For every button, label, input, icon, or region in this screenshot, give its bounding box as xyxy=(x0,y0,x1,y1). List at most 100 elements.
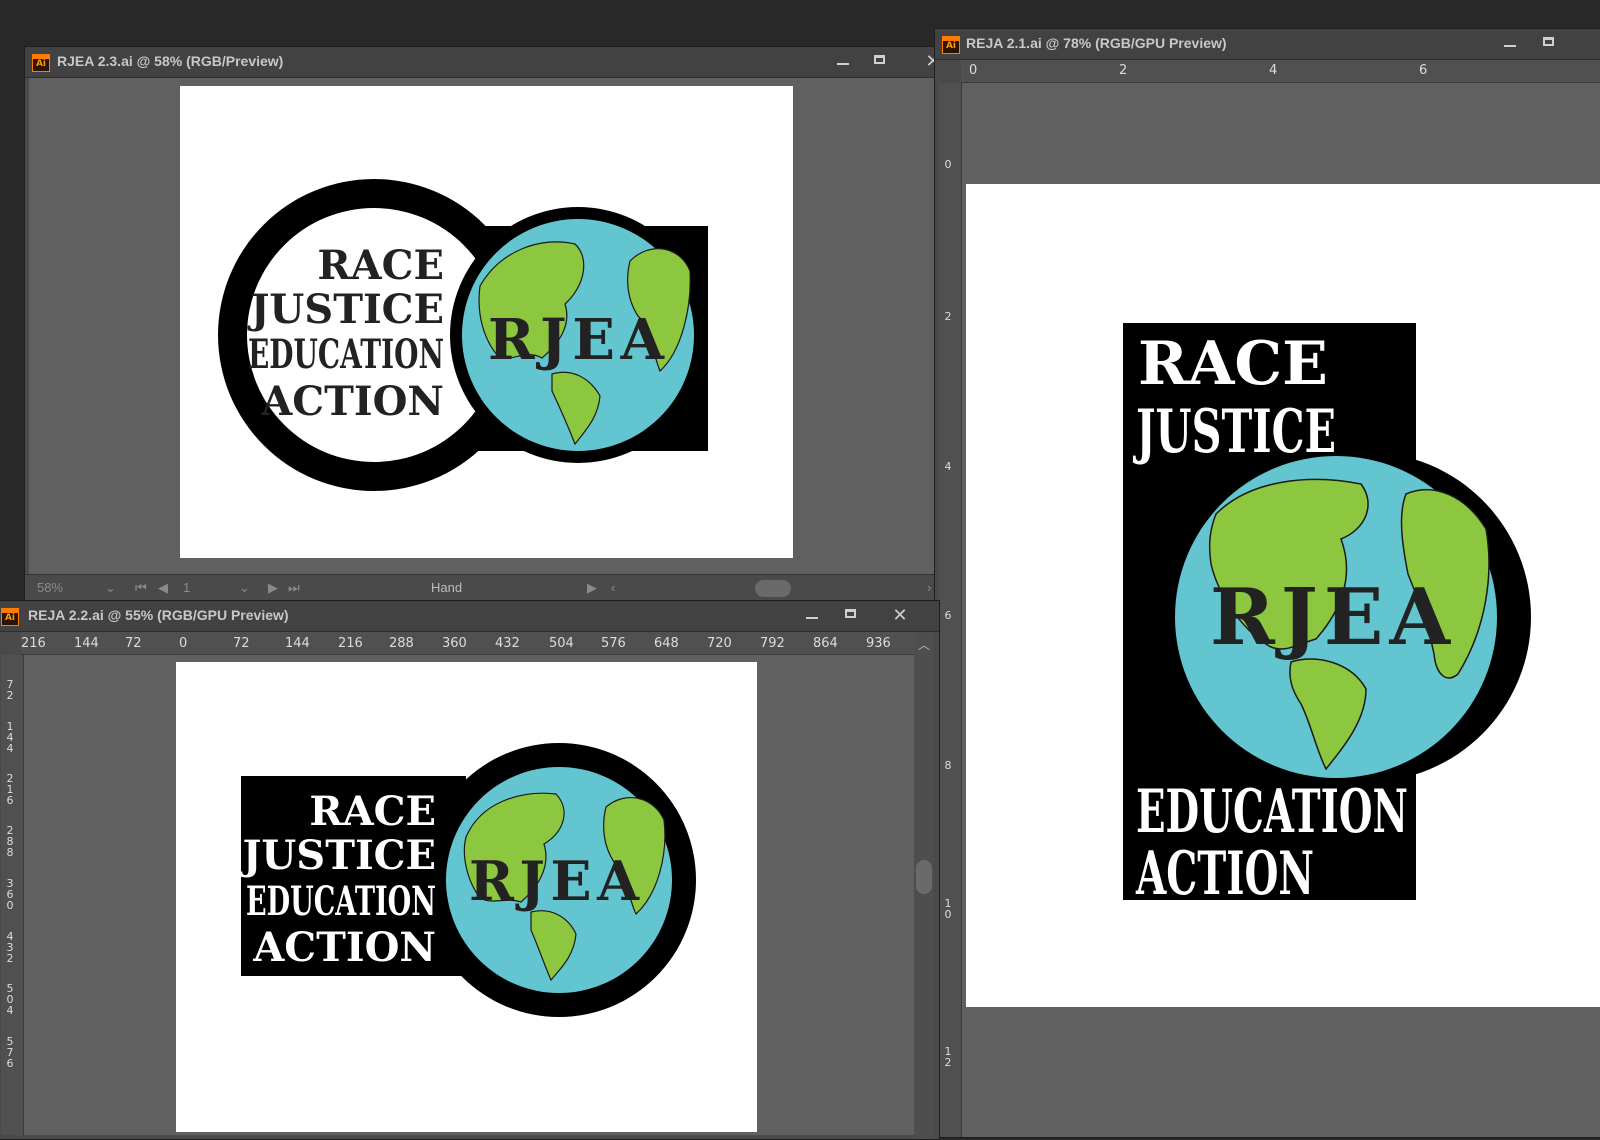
vertical-ruler[interactable]: 0 2 4 6 8 1 0 1 2 xyxy=(939,83,962,1137)
status-bar: 58% ⌄ ⏮ ◀ 1 ⌄ ▶ ⏭ Hand ▶ ‹ › xyxy=(25,574,945,601)
vertical-scrollbar[interactable]: ︿ xyxy=(914,632,934,1139)
ruler-label: 5 0 4 xyxy=(6,982,14,1017)
rjea-logo-horizontal: RACE JUSTICE EDUCATION ACTION RJEA xyxy=(218,179,708,491)
ruler-label: 432 xyxy=(495,636,520,651)
maximize-button[interactable] xyxy=(1530,31,1566,55)
next-artboard-icon[interactable]: ▶ xyxy=(268,580,278,596)
ruler-label: 6 xyxy=(1419,63,1428,78)
ruler-label: 144 xyxy=(285,636,310,651)
ruler-label: 6 xyxy=(944,609,952,622)
maximize-icon xyxy=(1542,37,1554,46)
minimize-button[interactable] xyxy=(1492,31,1528,55)
logo-word-race: RACE xyxy=(317,242,444,289)
maximize-icon xyxy=(873,55,885,64)
logo-word-justice: JUSTICE xyxy=(248,286,445,333)
horizontal-ruler[interactable]: 216 144 72 0 72 144 216 288 360 432 504 … xyxy=(21,632,921,655)
illustrator-file-icon: Ai xyxy=(1,608,19,626)
logo-initials: RJEA xyxy=(488,307,666,373)
minimize-button[interactable] xyxy=(825,49,861,73)
ruler-label: 4 xyxy=(1269,63,1278,78)
logo-word-action: ACTION xyxy=(252,924,436,971)
logo-word-education: EDUCATION xyxy=(246,878,436,925)
vertical-scroll-thumb[interactable] xyxy=(916,860,932,894)
ruler-label: 8 xyxy=(944,759,952,772)
ruler-label: 288 xyxy=(389,636,414,651)
zoom-level-field[interactable]: 58% xyxy=(37,580,63,595)
ruler-label: 4 xyxy=(944,460,952,473)
minimize-icon xyxy=(837,63,849,65)
previous-artboard-icon[interactable]: ◀ xyxy=(158,580,168,596)
ruler-label: 72 xyxy=(125,636,142,651)
artboard: RACE JUSTICE EDUCATION ACTION RJEA xyxy=(180,86,793,558)
window-title: REJA 2.1.ai @ 78% (RGB/GPU Preview) xyxy=(966,35,1227,51)
document-window-rjea-2-3[interactable]: Ai RJEA 2.3.ai @ 58% (RGB/Preview) ✕ RAC… xyxy=(24,46,946,602)
logo-word-action: ACTION xyxy=(1135,839,1314,909)
document-canvas[interactable]: RACE JUSTICE EDUCATION ACTION RJEA xyxy=(29,78,943,576)
ruler-label: 864 xyxy=(813,636,838,651)
ruler-label: 5 7 6 xyxy=(6,1035,14,1070)
maximize-button[interactable] xyxy=(861,49,897,73)
artboard-number-field[interactable]: 1 xyxy=(183,580,190,595)
ruler-label: 360 xyxy=(442,636,467,651)
illustrator-file-icon: Ai xyxy=(32,54,50,72)
logo-word-education: EDUCATION xyxy=(1136,777,1408,847)
maximize-button[interactable] xyxy=(832,603,868,627)
status-menu-arrow-icon[interactable]: ▶ xyxy=(587,580,597,596)
ruler-label: 4 3 2 xyxy=(6,930,14,965)
window-titlebar[interactable]: Ai RJEA 2.3.ai @ 58% (RGB/Preview) ✕ xyxy=(25,47,945,78)
rjea-logo-horizontal-boxed: RACE JUSTICE EDUCATION ACTION RJEA xyxy=(240,743,696,1017)
document-window-reja-2-2[interactable]: Ai REJA 2.2.ai @ 55% (RGB/GPU Preview) ✕… xyxy=(0,600,940,1140)
ruler-label: 7 2 xyxy=(6,678,14,702)
ruler-label: 144 xyxy=(74,636,99,651)
logo-initials: RJEA xyxy=(1210,572,1451,663)
ruler-label: 1 2 xyxy=(944,1045,952,1069)
maximize-icon xyxy=(844,609,856,618)
document-window-reja-2-1[interactable]: Ai REJA 2.1.ai @ 78% (RGB/GPU Preview) 0… xyxy=(934,28,1600,1138)
logo-word-action: ACTION xyxy=(260,378,444,425)
ruler-label: 0 xyxy=(944,158,952,171)
artboard: RACE JUSTICE RJEA EDUCATION ACTION xyxy=(966,184,1600,1007)
illustrator-file-icon: Ai xyxy=(942,36,960,54)
window-title: RJEA 2.3.ai @ 58% (RGB/Preview) xyxy=(57,53,284,69)
ruler-label: 936 xyxy=(866,636,891,651)
ruler-label: 576 xyxy=(601,636,626,651)
zoom-dropdown-chevron-icon[interactable]: ⌄ xyxy=(105,580,116,596)
ruler-label: 648 xyxy=(654,636,679,651)
scroll-right-arrow-icon[interactable]: › xyxy=(927,580,931,595)
current-tool-label: Hand xyxy=(431,580,463,595)
artboard: RACE JUSTICE EDUCATION ACTION RJEA xyxy=(176,662,757,1132)
ruler-label: 2 8 8 xyxy=(6,824,14,859)
first-artboard-icon[interactable]: ⏮ xyxy=(135,580,147,596)
window-titlebar[interactable]: Ai REJA 2.2.ai @ 55% (RGB/GPU Preview) ✕ xyxy=(0,601,939,632)
window-titlebar[interactable]: Ai REJA 2.1.ai @ 78% (RGB/GPU Preview) xyxy=(935,29,1600,60)
document-canvas[interactable]: RACE JUSTICE EDUCATION ACTION RJEA xyxy=(24,655,914,1135)
ruler-label: 72 xyxy=(233,636,250,651)
logo-word-justice: JUSTICE xyxy=(240,832,437,879)
ruler-label: 2 xyxy=(944,310,952,323)
close-button[interactable]: ✕ xyxy=(882,603,918,627)
ruler-label: 1 0 xyxy=(944,897,952,921)
ruler-label: 216 xyxy=(21,636,46,651)
ruler-label: 2 xyxy=(1119,63,1128,78)
scroll-up-arrow-icon[interactable]: ︿ xyxy=(918,636,930,653)
ruler-label: 792 xyxy=(760,636,785,651)
document-canvas[interactable]: RACE JUSTICE RJEA EDUCATION ACTION xyxy=(962,83,1600,1137)
ruler-label: 1 4 4 xyxy=(6,720,14,755)
close-icon: ✕ xyxy=(892,605,908,625)
scroll-left-arrow-icon[interactable]: ‹ xyxy=(611,580,615,595)
logo-word-education: EDUCATION xyxy=(248,331,444,378)
last-artboard-icon[interactable]: ⏭ xyxy=(288,580,300,596)
ruler-label: 2 1 6 xyxy=(6,772,14,807)
vertical-ruler[interactable]: 7 2 1 4 4 2 1 6 2 8 8 3 6 0 4 3 2 5 0 4 … xyxy=(1,655,24,1135)
horizontal-scroll-thumb[interactable] xyxy=(755,580,791,597)
ruler-label: 0 xyxy=(969,63,978,78)
horizontal-ruler[interactable]: 0 2 4 6 xyxy=(961,60,1600,83)
ruler-label: 216 xyxy=(338,636,363,651)
window-title: REJA 2.2.ai @ 55% (RGB/GPU Preview) xyxy=(28,607,289,623)
minimize-button[interactable] xyxy=(794,603,830,627)
logo-initials: RJEA xyxy=(469,849,640,913)
ruler-label: 3 6 0 xyxy=(6,877,14,912)
rjea-logo-vertical: RACE JUSTICE RJEA EDUCATION ACTION xyxy=(1123,323,1531,909)
artboard-dropdown-chevron-icon[interactable]: ⌄ xyxy=(239,580,250,596)
logo-word-justice: JUSTICE xyxy=(1133,397,1336,467)
